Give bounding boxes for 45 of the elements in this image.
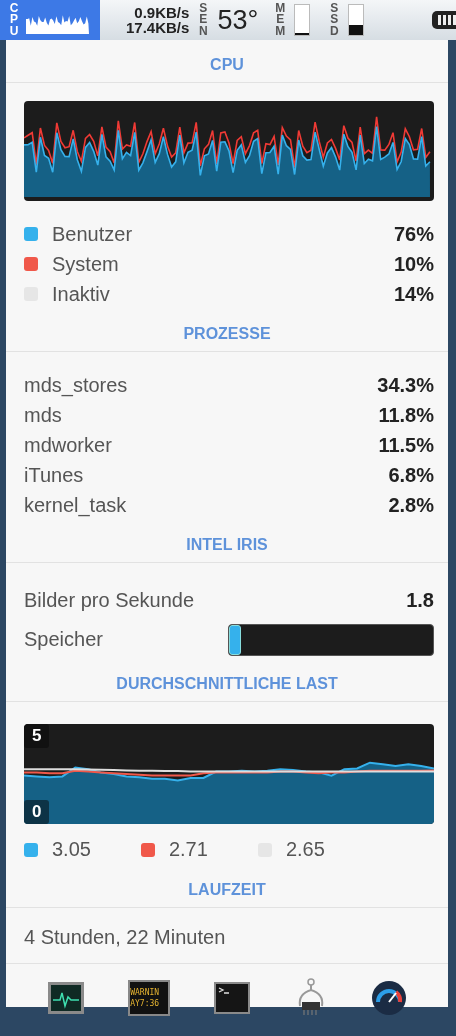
process-name: mdworker [24, 433, 112, 457]
cpu-menu-item[interactable]: CPU [0, 0, 100, 40]
legend-label: Inaktiv [52, 282, 110, 306]
load-value: 2.65 [285, 838, 325, 861]
uptime-text: 4 Stunden, 22 Minuten [24, 926, 226, 948]
cpu-label: CPU [8, 2, 20, 38]
process-usage: 34.3% [377, 373, 434, 397]
process-name: kernel_task [24, 493, 127, 517]
section-title: LAUFZEIT [188, 881, 266, 899]
battery-icon[interactable] [430, 8, 456, 32]
console-text: WARNIN [130, 987, 161, 998]
load-value: 3.05 [52, 838, 91, 861]
section-title: CPU [210, 56, 244, 74]
process-usage: 11.5% [378, 433, 434, 457]
load-value: 2.71 [168, 838, 208, 861]
stat-label: Speicher [24, 628, 103, 651]
percentage-value: 76% [393, 222, 434, 246]
legend-label: Benutzer [52, 222, 133, 246]
console-icon[interactable]: WARNIN AY7:36 [128, 980, 171, 1016]
percentage-value: 10% [393, 252, 434, 276]
speedometer-icon[interactable] [370, 980, 407, 1016]
process-name: iTunes [24, 463, 84, 487]
temperature: 53° [217, 4, 259, 36]
heartbeat-monitor-icon[interactable] [47, 981, 86, 1015]
process-usage: 2.8% [388, 493, 434, 517]
process-usage: 11.8% [378, 403, 434, 427]
process-usage: 6.8% [388, 463, 434, 487]
stat-value: 1.8 [406, 589, 434, 612]
stat-label: Bilder pro Sekunde [24, 589, 195, 612]
disk-label: SSD [328, 2, 340, 38]
section-title: DURCHSCHNITTLICHE LAST [116, 675, 338, 693]
download-speed: 17.4KB/s [126, 20, 190, 35]
upload-speed: 0.9KB/s [134, 5, 190, 20]
section-title: INTEL IRIS [186, 536, 268, 554]
scale-max-label: 5 [24, 724, 50, 748]
process-name: mds_stores [24, 373, 128, 397]
section-title: PROZESSE [183, 325, 271, 343]
console-text: AY7:36 [130, 998, 161, 1009]
legend-label: System [52, 252, 119, 276]
process-name: mds [24, 403, 62, 427]
sensor-label: SEN [198, 2, 209, 38]
memory-label: MEM [274, 2, 287, 38]
scale-min-label: 0 [24, 800, 50, 824]
percentage-value: 14% [393, 282, 434, 306]
terminal-icon[interactable] [213, 981, 251, 1015]
